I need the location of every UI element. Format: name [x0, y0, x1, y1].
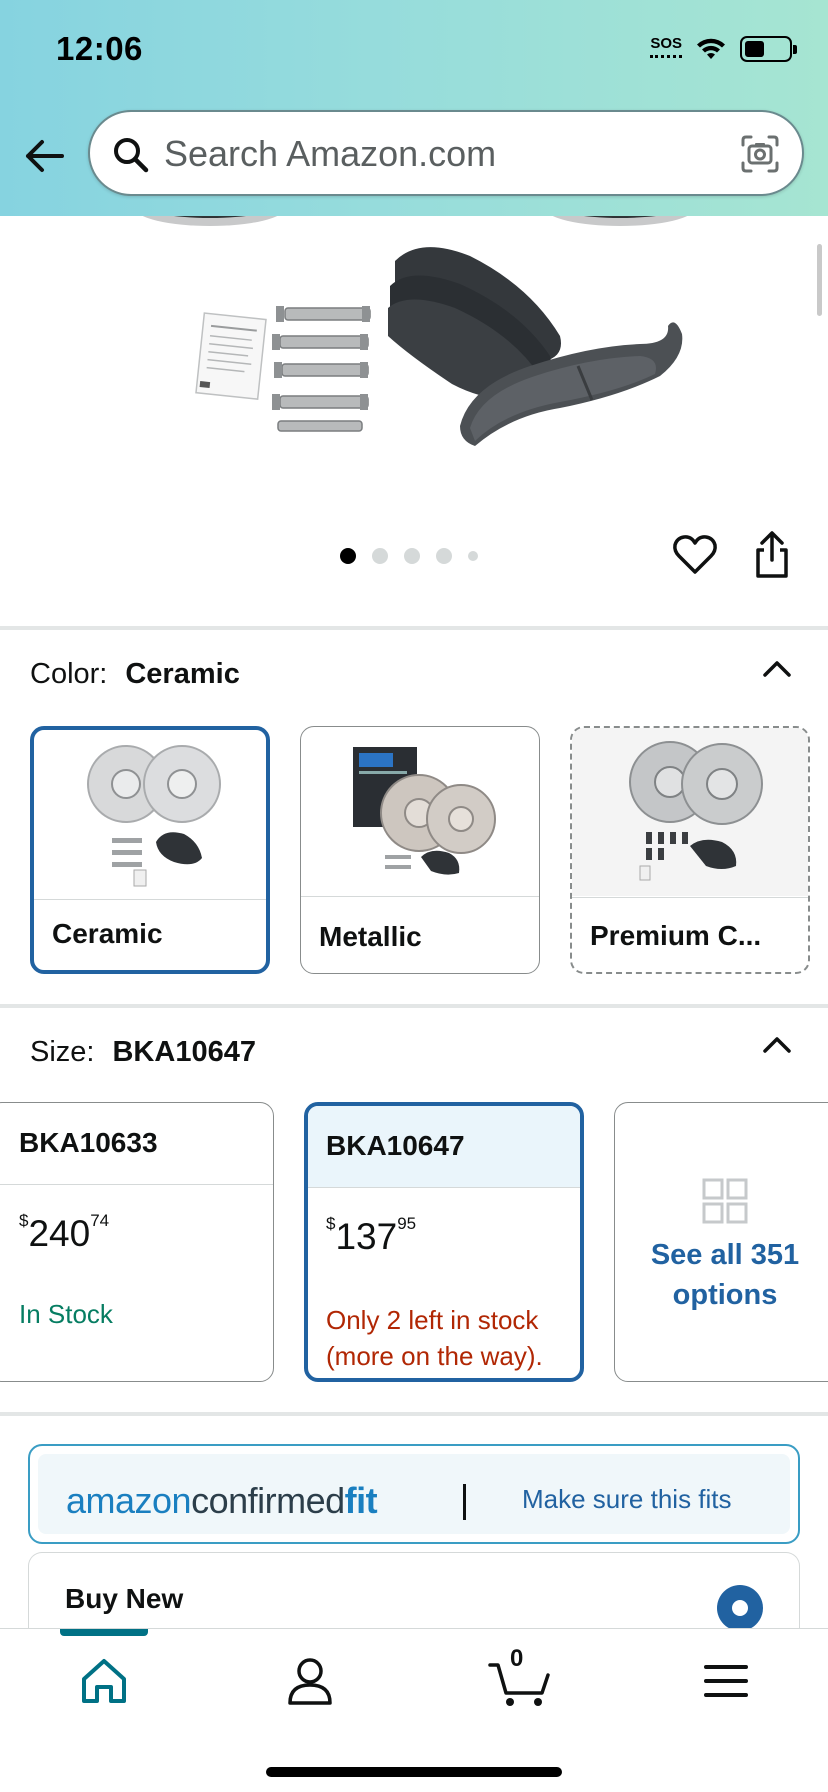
scroll-indicator — [817, 244, 822, 316]
make-sure-this-fits-link[interactable]: Make sure this fits — [522, 1484, 732, 1515]
ceramic-thumbnail — [34, 730, 266, 900]
chevron-up-icon[interactable] — [762, 658, 792, 678]
color-option-metallic[interactable]: Metallic — [300, 726, 540, 974]
sos-label: SOS — [650, 34, 682, 52]
search-input[interactable] — [164, 126, 724, 182]
separator — [463, 1484, 466, 1520]
metallic-thumbnail — [301, 727, 539, 897]
cart-button[interactable]: 0 — [486, 1645, 556, 1709]
color-option-ceramic[interactable]: Ceramic — [30, 726, 270, 974]
color-label-text: Color: — [30, 658, 108, 690]
status-icons: SOS — [650, 34, 797, 62]
pagination-dot-2[interactable] — [372, 548, 388, 564]
brake-kit-image — [135, 190, 695, 446]
divider — [0, 1412, 828, 1416]
size-label-text: Size: — [30, 1036, 95, 1068]
cart-count: 0 — [510, 1645, 524, 1672]
size-option-bka10633[interactable]: BKA10633 $24074 In Stock — [0, 1102, 274, 1382]
stock-status: In Stock — [19, 1299, 113, 1329]
battery-icon — [740, 36, 797, 62]
back-arrow-icon[interactable] — [22, 134, 66, 178]
pagination-dot-4[interactable] — [436, 548, 452, 564]
menu-icon[interactable] — [696, 1653, 756, 1709]
search-bar[interactable] — [88, 110, 804, 196]
color-option-label: Metallic — [319, 921, 422, 952]
grid-icon — [702, 1178, 748, 1224]
see-all-options-button[interactable]: See all 351 options — [614, 1102, 828, 1382]
pagination-dot-1[interactable] — [340, 548, 356, 564]
wifi-icon — [697, 38, 725, 59]
size-option-price: $13795 — [326, 1214, 417, 1257]
size-selected-value: BKA10647 — [112, 1036, 256, 1068]
account-icon[interactable] — [280, 1653, 340, 1709]
chevron-up-icon[interactable] — [762, 1034, 792, 1054]
camera-scan-icon[interactable] — [740, 134, 780, 174]
active-tab-indicator — [60, 1629, 148, 1636]
buy-new-radio[interactable] — [717, 1585, 763, 1631]
divider — [0, 626, 828, 630]
color-label: Color: Ceramic — [30, 658, 240, 691]
status-time: 12:06 — [56, 30, 143, 67]
pagination-dot-3[interactable] — [404, 548, 420, 564]
see-all-options-label: See all 351 options — [650, 1239, 800, 1311]
header-bar: 12:06 SOS — [0, 0, 828, 216]
premium-thumbnail — [572, 728, 808, 898]
size-option-price: $24074 — [19, 1211, 110, 1254]
heart-icon[interactable] — [672, 534, 718, 576]
share-icon[interactable] — [752, 530, 792, 580]
image-pagination[interactable] — [340, 548, 478, 564]
sos-indicator: SOS — [650, 34, 683, 58]
home-icon[interactable] — [74, 1653, 134, 1709]
color-option-premium[interactable]: Premium C... — [570, 726, 810, 974]
confirmed-fit-banner[interactable]: amazonconfirmedfit Make sure this fits — [28, 1444, 800, 1544]
size-option-name: BKA10647 — [308, 1106, 580, 1188]
size-option-name: BKA10633 — [0, 1103, 273, 1185]
stock-status: Only 2 left in stock (more on the way). — [326, 1305, 543, 1371]
search-icon — [114, 138, 149, 173]
buy-new-title: Buy New — [65, 1583, 184, 1614]
confirmed-fit-logo: amazonconfirmedfit — [66, 1480, 378, 1521]
size-option-bka10647[interactable]: BKA10647 $13795 Only 2 left in stock (mo… — [304, 1102, 584, 1382]
pagination-dot-5[interactable] — [468, 551, 478, 561]
size-label: Size: BKA10647 — [30, 1036, 256, 1069]
color-option-label: Premium C... — [590, 920, 762, 951]
color-option-label: Ceramic — [52, 918, 163, 949]
color-selected-value: Ceramic — [125, 658, 240, 690]
home-indicator — [266, 1767, 562, 1777]
divider — [0, 1004, 828, 1008]
bottom-nav: 0 — [0, 1628, 828, 1792]
